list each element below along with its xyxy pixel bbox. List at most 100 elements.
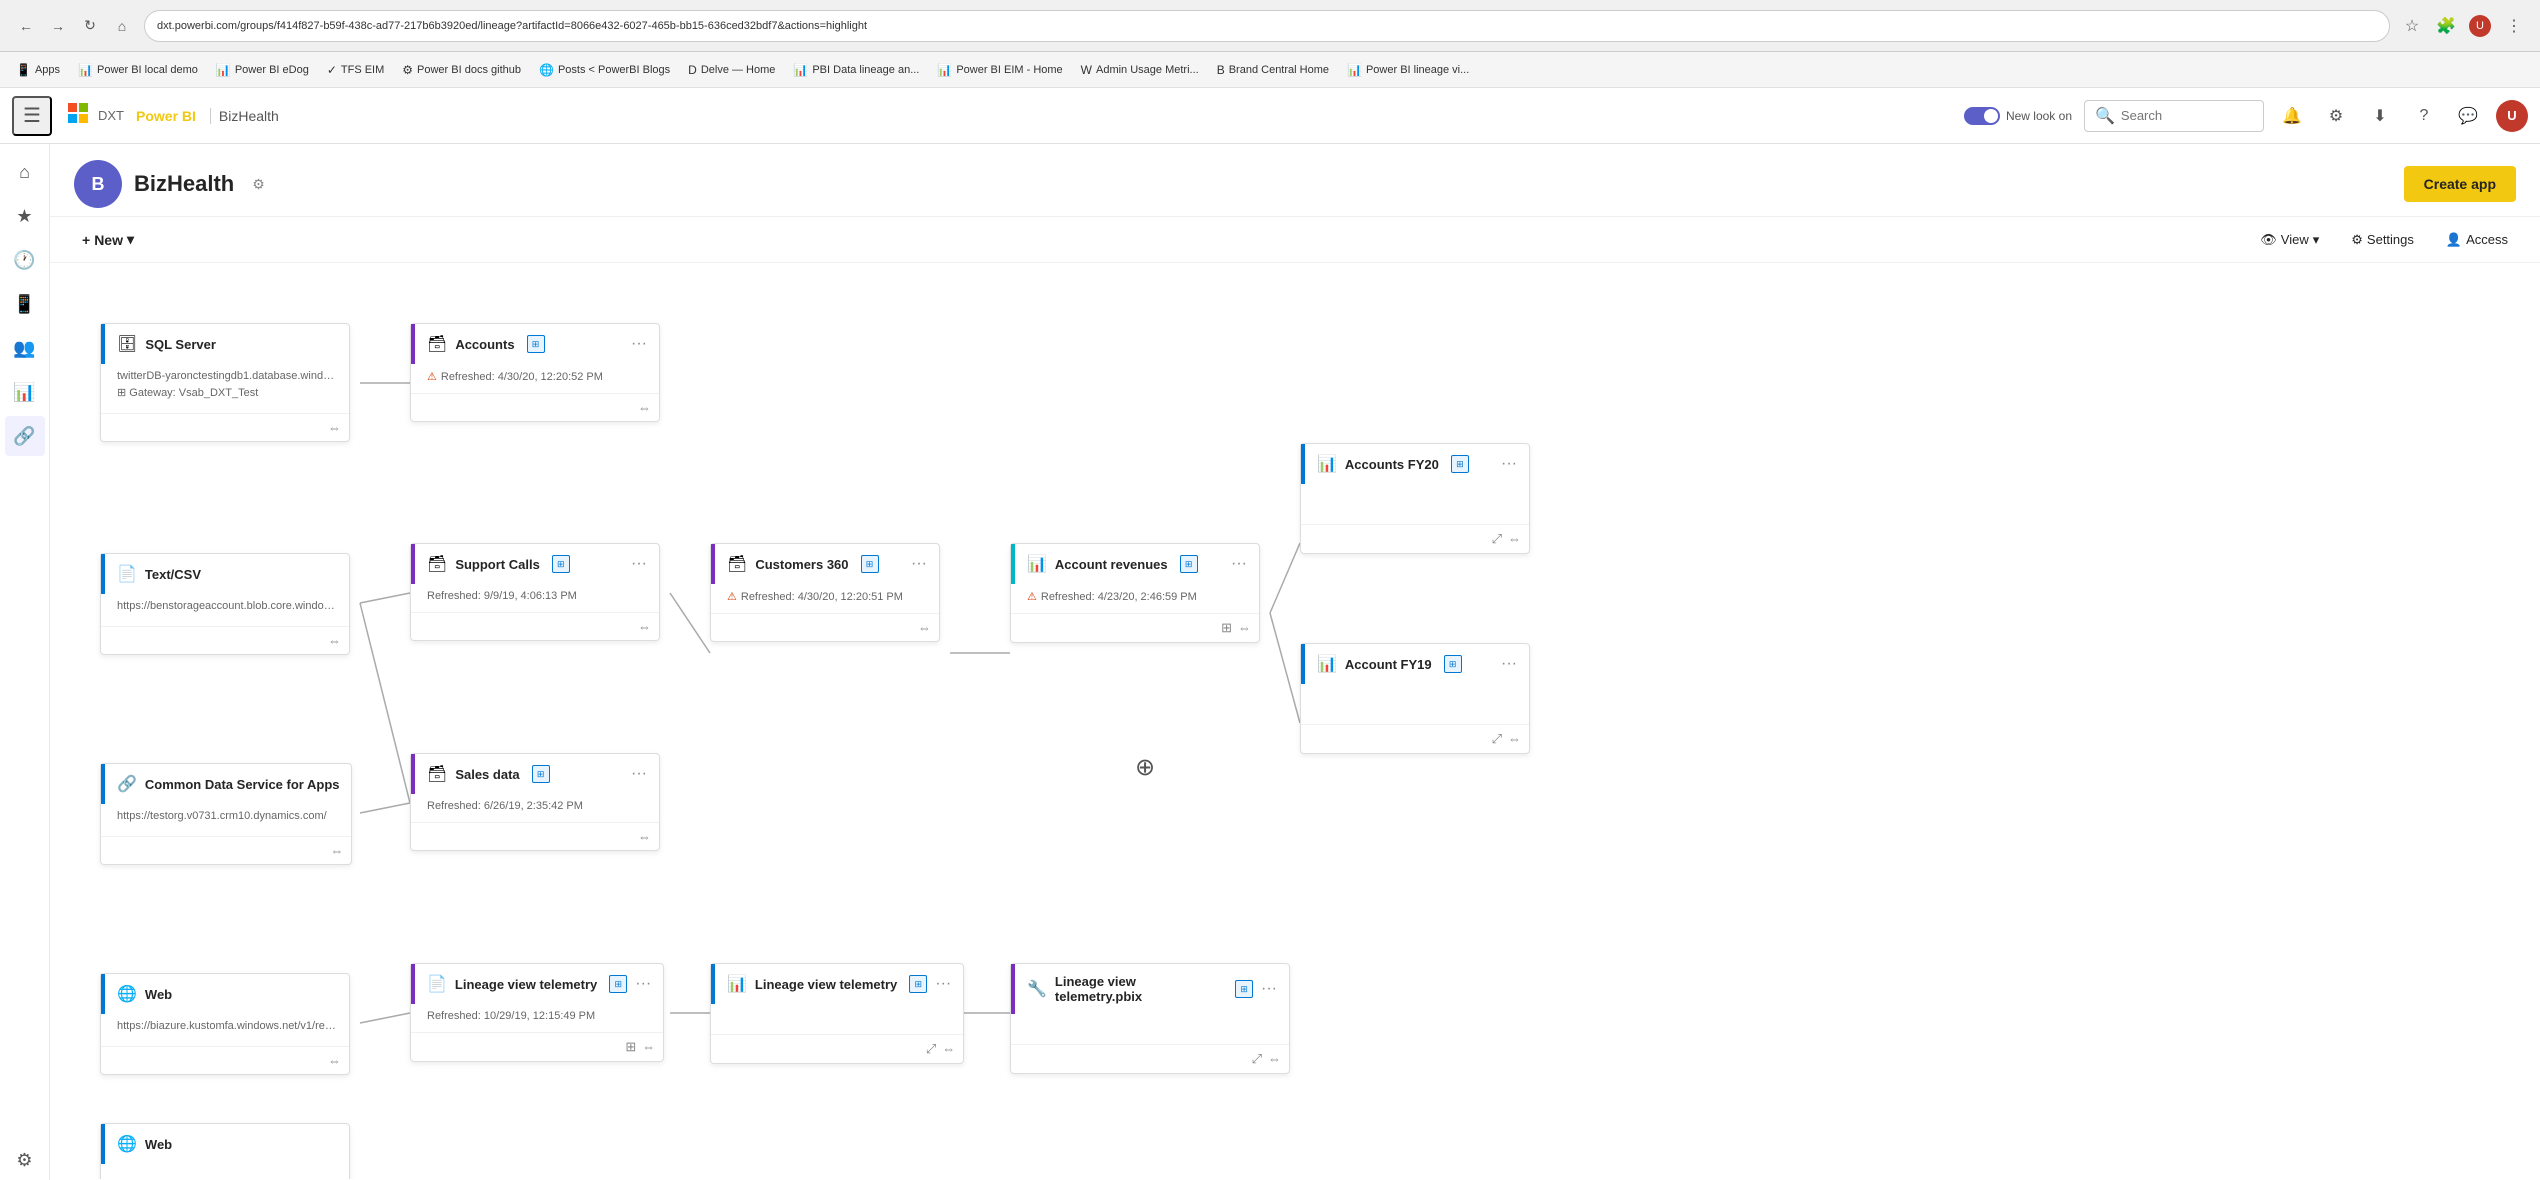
textcsv-collapse-icon[interactable]: ⇔ xyxy=(328,633,341,648)
bookmark-posts[interactable]: 🌐 Posts < PowerBI Blogs xyxy=(531,60,678,80)
lineage-report-collapse-icon[interactable]: ⇔ xyxy=(942,1041,955,1057)
favorites-icon[interactable]: ☆ xyxy=(2398,12,2426,40)
bookmark-pbi-docs-label: Power BI docs github xyxy=(417,64,521,76)
node-accounts-ds[interactable]: 🗃 Accounts ⊞ ··· ⚠ Refreshed: 4/30/20, 1… xyxy=(410,323,660,422)
customers360-menu[interactable]: ··· xyxy=(911,555,927,573)
extensions-icon[interactable]: 🧩 xyxy=(2432,12,2460,40)
account-revenues-expand-icon[interactable]: ⊞ xyxy=(1221,620,1232,636)
address-bar[interactable]: dxt.powerbi.com/groups/f414f827-b59f-438… xyxy=(144,10,2390,42)
bookmark-brand[interactable]: B Brand Central Home xyxy=(1209,60,1337,80)
collapse-icon[interactable]: ⇔ xyxy=(328,420,341,435)
sidebar-item-settings[interactable]: ⚙ xyxy=(5,1140,45,1180)
lineage-pbix-collapse-icon[interactable]: ⇔ xyxy=(1268,1051,1281,1067)
accounts-fy20-menu[interactable]: ··· xyxy=(1501,455,1517,473)
new-button[interactable]: + New ▾ xyxy=(74,225,142,254)
search-box[interactable]: 🔍 xyxy=(2084,100,2264,132)
sidebar-item-recent[interactable]: 🕐 xyxy=(5,240,45,280)
bookmark-pbi-edog[interactable]: 📊 Power BI eDog xyxy=(208,60,317,80)
lineage-report-expand-icon[interactable]: ⤢ xyxy=(926,1041,936,1057)
forward-button[interactable]: → xyxy=(44,12,72,40)
accounts-collapse-icon[interactable]: ⇔ xyxy=(638,400,651,415)
sales-collapse-icon[interactable]: ⇔ xyxy=(638,829,651,844)
accounts-fy20-collapse-icon[interactable]: ⇔ xyxy=(1508,531,1521,547)
bookmark-admin[interactable]: W Admin Usage Metri... xyxy=(1073,60,1207,80)
download-button[interactable]: ⬇ xyxy=(2364,100,2396,132)
toggle-switch[interactable] xyxy=(1964,107,2000,125)
sidebar-item-shared[interactable]: 👥 xyxy=(5,328,45,368)
node-account-fy19-header: 📊 Account FY19 ⊞ ··· xyxy=(1301,644,1529,684)
node-account-revenues[interactable]: 📊 Account revenues ⊞ ··· ⚠ Refreshed: 4/… xyxy=(1010,543,1260,643)
node-lineage-ds[interactable]: 📄 Lineage view telemetry ⊞ ··· Refreshed… xyxy=(410,963,664,1062)
user-avatar[interactable]: U xyxy=(2496,100,2528,132)
sidebar-item-favorites[interactable]: ★ xyxy=(5,196,45,236)
node-cds-header: 🔗 Common Data Service for Apps xyxy=(101,764,351,804)
account-revenues-collapse-icon[interactable]: ⇔ xyxy=(1238,620,1251,636)
back-button[interactable]: ← xyxy=(12,12,40,40)
lineage-pbix-expand-icon[interactable]: ⤢ xyxy=(1252,1051,1262,1067)
help-button[interactable]: ? xyxy=(2408,100,2440,132)
bookmark-tfs[interactable]: ✓ TFS EIM xyxy=(319,60,392,80)
lineage-pbix-menu[interactable]: ··· xyxy=(1261,980,1277,998)
feedback-button[interactable]: 💬 xyxy=(2452,100,2484,132)
web-collapse-icon[interactable]: ⇔ xyxy=(328,1053,341,1068)
bookmark-pbi-data[interactable]: 📊 PBI Data lineage an... xyxy=(785,60,927,80)
access-button[interactable]: 👤 Access xyxy=(2438,226,2516,254)
bookmark-posts-label: Posts < PowerBI Blogs xyxy=(558,64,670,76)
node-web[interactable]: 🌐 Web https://biazure.kustomfa.windows.n… xyxy=(100,973,350,1075)
node-lineage-report[interactable]: 📊 Lineage view telemetry ⊞ ··· ⤢ ⇔ xyxy=(710,963,964,1064)
bookmark-pbi-local[interactable]: 📊 Power BI local demo xyxy=(70,60,206,80)
lineage-report-menu[interactable]: ··· xyxy=(935,975,951,993)
workspace-settings-icon[interactable]: ⚙ xyxy=(252,176,265,193)
cds-collapse-icon[interactable]: ⇔ xyxy=(330,843,343,858)
node-web2[interactable]: 🌐 Web xyxy=(100,1123,350,1179)
new-look-toggle[interactable]: New look on xyxy=(1964,107,2072,125)
bookmark-delve[interactable]: D Delve — Home xyxy=(680,60,783,80)
node-support-ds[interactable]: 🗃 Support Calls ⊞ ··· Refreshed: 9/9/19,… xyxy=(410,543,660,641)
lineage-canvas[interactable]: 🗄 SQL Server twitterDB-yaronctestingdb1.… xyxy=(50,263,2540,1179)
notifications-button[interactable]: 🔔 xyxy=(2276,100,2308,132)
create-app-button[interactable]: Create app xyxy=(2404,166,2516,202)
node-cds[interactable]: 🔗 Common Data Service for Apps https://t… xyxy=(100,763,352,865)
node-lineage-pbix[interactable]: 🔧 Lineage view telemetry.pbix ⊞ ··· ⤢ ⇔ xyxy=(1010,963,1290,1074)
sidebar-item-home[interactable]: ⌂ xyxy=(5,152,45,192)
node-accounts-fy20[interactable]: 📊 Accounts FY20 ⊞ ··· ⤢ ⇔ xyxy=(1300,443,1530,554)
node-textcsv[interactable]: 📄 Text/CSV https://benstorageaccount.blo… xyxy=(100,553,350,655)
home-button[interactable]: ⌂ xyxy=(108,12,136,40)
support-ds-menu[interactable]: ··· xyxy=(631,555,647,573)
sidebar-item-metrics[interactable]: 📊 xyxy=(5,372,45,412)
browser-menu-icon[interactable]: ⋮ xyxy=(2500,12,2528,40)
account-fy19-expand-icon[interactable]: ⤢ xyxy=(1492,731,1502,747)
sidebar-item-lineage[interactable]: 🔗 xyxy=(5,416,45,456)
view-button[interactable]: 👁 View ▾ xyxy=(2252,226,2327,254)
node-accounts-body: ⚠ Refreshed: 4/30/20, 12:20:52 PM xyxy=(411,364,659,393)
account-fy19-collapse-icon[interactable]: ⇔ xyxy=(1508,731,1521,747)
lineage-ds-collapse-icon[interactable]: ⇔ xyxy=(642,1039,655,1055)
settings-button[interactable]: ⚙ xyxy=(2320,100,2352,132)
accounts-ds-menu[interactable]: ··· xyxy=(631,335,647,353)
sidebar-item-apps[interactable]: 📱 xyxy=(5,284,45,324)
account-revenues-menu[interactable]: ··· xyxy=(1231,555,1247,573)
node-customers360[interactable]: 🗃 Customers 360 ⊞ ··· ⚠ Refreshed: 4/30/… xyxy=(710,543,940,642)
refresh-button[interactable]: ↻ xyxy=(76,12,104,40)
bookmark-pbi-lineage[interactable]: 📊 Power BI lineage vi... xyxy=(1339,60,1477,80)
bookmark-pbi-eim[interactable]: 📊 Power BI EIM - Home xyxy=(929,60,1070,80)
node-account-fy19[interactable]: 📊 Account FY19 ⊞ ··· ⤢ ⇔ xyxy=(1300,643,1530,754)
sales-ds-badge: ⊞ xyxy=(532,765,550,783)
hamburger-menu-button[interactable]: ☰ xyxy=(12,96,52,136)
node-sales-ds[interactable]: 🗃 Sales data ⊞ ··· Refreshed: 6/26/19, 2… xyxy=(410,753,660,851)
account-fy19-menu[interactable]: ··· xyxy=(1501,655,1517,673)
customers360-collapse-icon[interactable]: ⇔ xyxy=(918,620,931,635)
profile-icon[interactable]: U xyxy=(2466,12,2494,40)
accounts-fy20-expand-icon[interactable]: ⤢ xyxy=(1492,531,1502,547)
settings-toolbar-button[interactable]: ⚙ Settings xyxy=(2343,226,2422,254)
pbi-lineage-icon: 📊 xyxy=(1347,63,1362,77)
bookmark-pbi-docs[interactable]: ⚙ Power BI docs github xyxy=(394,60,529,80)
bookmark-pbi-local-label: Power BI local demo xyxy=(97,64,198,76)
search-input[interactable] xyxy=(2121,108,2241,123)
sales-ds-menu[interactable]: ··· xyxy=(631,765,647,783)
support-collapse-icon[interactable]: ⇔ xyxy=(638,619,651,634)
bookmark-apps[interactable]: 📱 Apps xyxy=(8,60,68,80)
node-sql-server[interactable]: 🗄 SQL Server twitterDB-yaronctestingdb1.… xyxy=(100,323,350,442)
lineage-ds-menu[interactable]: ··· xyxy=(635,975,651,993)
lineage-ds-expand-icon[interactable]: ⊞ xyxy=(625,1039,636,1055)
